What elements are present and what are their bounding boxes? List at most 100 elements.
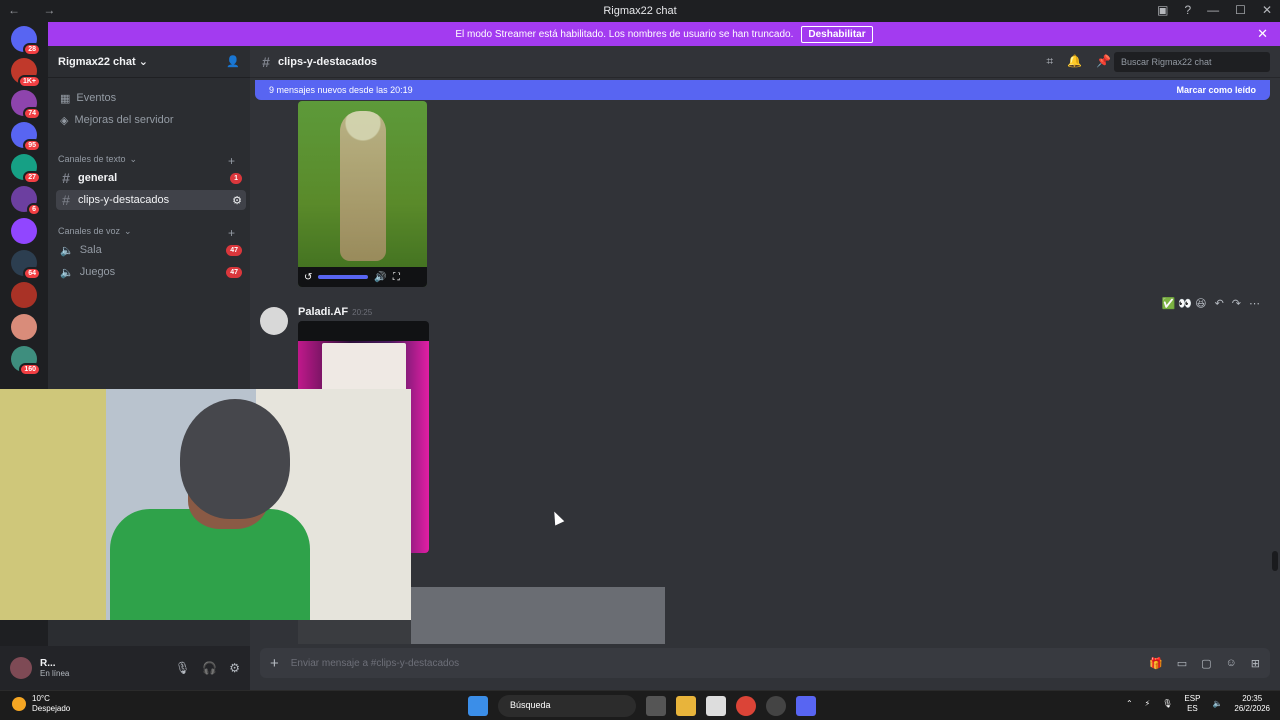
user-panel: R... En línea 🎙 🎧 ⚙ (0, 646, 250, 690)
boosts-item[interactable]: ◈ Mejoras del servidor (56, 110, 246, 130)
clock[interactable]: 20:35 26/2/2026 (1234, 694, 1270, 714)
chevron-up-icon[interactable]: ⌃ (1126, 699, 1133, 709)
server-icon[interactable]: 160 (11, 346, 41, 376)
server-icon[interactable]: 95 (11, 122, 41, 152)
server-icon[interactable]: 1K+ (11, 58, 41, 88)
mic-tray-icon[interactable]: 🎙 (1162, 699, 1172, 709)
minimize-button[interactable]: — (1207, 3, 1219, 17)
title-bar: ← → Rigmax22 chat ▣ ? — ☐ ✕ (0, 0, 1280, 22)
mark-read-button[interactable]: Marcar como leído (1176, 85, 1256, 95)
obs-icon[interactable] (766, 696, 786, 716)
new-messages-bar[interactable]: 9 mensajes nuevos desde las 20:19 Marcar… (255, 80, 1270, 100)
server-icon[interactable]: 6 (11, 186, 41, 216)
volume-tray-icon[interactable]: 🔈 (1212, 699, 1222, 709)
reactions[interactable]: ✅ 👀 😆 (1162, 297, 1207, 310)
mention-badge: 64 (23, 267, 41, 280)
pin-icon[interactable]: 📌 (1096, 54, 1111, 69)
settings-icon[interactable]: ⚙ (232, 194, 242, 207)
server-icon[interactable] (11, 282, 37, 308)
volume-icon[interactable]: 🔊 (374, 272, 386, 283)
avatar[interactable] (260, 307, 288, 335)
server-header[interactable]: Rigmax22 chat ⌄ 👤 (48, 46, 250, 78)
mention-badge: 160 (19, 363, 41, 376)
mention-badge: 74 (23, 107, 41, 120)
replay-icon[interactable]: ↺ (304, 272, 312, 283)
voice-sala[interactable]: 🔈 Sala 47 (56, 240, 246, 260)
file-explorer-icon[interactable] (676, 696, 696, 716)
server-icon[interactable]: 27 (11, 154, 41, 184)
maximize-button[interactable]: ☐ (1235, 3, 1246, 17)
webcam-overlay (0, 389, 411, 620)
close-window-button[interactable]: ✕ (1262, 3, 1272, 17)
network-icon[interactable]: ⚡ (1145, 699, 1151, 709)
gift-icon[interactable]: 🎁 (1149, 657, 1163, 670)
server-icon[interactable] (11, 218, 37, 244)
mention-badge: 1K+ (17, 75, 41, 88)
calendar-icon: ▦ (60, 92, 71, 105)
events-item[interactable]: ▦ Eventos (56, 88, 246, 108)
sticker-icon[interactable]: ▢ (1201, 657, 1211, 670)
server-icon[interactable]: 64 (11, 250, 41, 280)
threads-icon[interactable]: ⌗ (1046, 54, 1053, 69)
voice-category[interactable]: Canales de voz ⌄ + (58, 226, 235, 240)
add-attachment-icon[interactable]: + (270, 655, 279, 672)
reply-icon[interactable]: ↶ (1215, 297, 1224, 310)
store-icon[interactable] (706, 696, 726, 716)
add-voice-icon[interactable]: + (228, 226, 235, 240)
windows-start-icon[interactable] (468, 696, 488, 716)
task-view-icon[interactable] (646, 696, 666, 716)
channel-title: clips-y-destacados (278, 55, 378, 68)
fullscreen-icon[interactable]: ⛶ (393, 272, 400, 283)
speaker-icon: 🔈 (60, 244, 74, 257)
hash-icon: # (262, 53, 270, 70)
channel-general[interactable]: # general 1 (56, 168, 246, 188)
video-attachment[interactable]: ↺ 🔊 ⛶ (298, 101, 427, 287)
forward-icon[interactable]: ↷ (1232, 297, 1241, 310)
mention-badge: 95 (23, 139, 41, 152)
avatar[interactable] (10, 657, 32, 679)
video-controls[interactable]: ↺ 🔊 ⛶ (298, 267, 427, 287)
taskbar-search[interactable]: Búsqueda (498, 695, 636, 717)
message-author[interactable]: Paladi.AF 20:25 (298, 306, 372, 318)
banner-text: El modo Streamer está habilitado. Los no… (455, 28, 794, 40)
voice-juegos[interactable]: 🔈 Juegos 47 (56, 262, 246, 282)
gear-icon[interactable]: ⚙ (229, 661, 240, 675)
weather-widget[interactable]: 10°C Despejado (12, 694, 70, 714)
add-channel-icon[interactable]: + (228, 154, 235, 168)
user-status: En línea (40, 669, 70, 678)
window-title: Rigmax22 chat (603, 5, 677, 17)
streamer-mode-banner: El modo Streamer está habilitado. Los no… (48, 22, 1280, 46)
discord-icon[interactable] (796, 696, 816, 716)
server-icon[interactable] (11, 314, 37, 340)
chrome-icon[interactable] (736, 696, 756, 716)
server-icon[interactable]: 74 (11, 90, 41, 120)
channel-clips[interactable]: # clips-y-destacados ⚙ (56, 190, 246, 210)
emoji-icon[interactable]: ☺ (1226, 657, 1237, 670)
hash-icon: # (62, 192, 70, 208)
invite-icon[interactable]: 👤 (226, 55, 240, 68)
message-actions[interactable]: ✅ 👀 😆 ↶ ↷ ⋯ (1162, 297, 1260, 310)
close-icon[interactable]: ✕ (1257, 26, 1268, 42)
text-category[interactable]: Canales de texto ⌄ + (58, 154, 235, 168)
message-time: 20:25 (352, 308, 373, 317)
server-name: Rigmax22 chat (58, 55, 136, 68)
bell-icon[interactable]: 🔔 (1067, 54, 1082, 69)
more-icon[interactable]: ⋯ (1249, 297, 1260, 310)
scrollbar[interactable] (1272, 551, 1278, 571)
headset-icon[interactable]: 🎧 (202, 661, 217, 675)
search-input[interactable]: Buscar Rigmax22 chat (1114, 52, 1270, 72)
mic-icon[interactable]: 🎙 (175, 661, 190, 675)
taskbar: 10°C Despejado Búsqueda ⌃ ⚡ 🎙 ESP ES 🔈 20:… (0, 690, 1280, 720)
gif-icon[interactable]: ▭ (1177, 657, 1187, 670)
inbox-icon[interactable]: ▣ (1157, 3, 1168, 17)
language-indicator[interactable]: ESP ES (1184, 694, 1200, 714)
server-icon[interactable]: 28 (11, 26, 41, 56)
disable-streamer-button[interactable]: Deshabilitar (801, 25, 873, 43)
help-icon[interactable]: ? (1184, 3, 1191, 17)
progress-bar[interactable] (318, 275, 369, 279)
message-composer[interactable]: + Enviar mensaje a #clips-y-destacados 🎁… (260, 648, 1270, 678)
apps-icon[interactable]: ⊞ (1251, 657, 1260, 670)
attachment-thumbnail[interactable] (411, 587, 665, 644)
message-input[interactable]: Enviar mensaje a #clips-y-destacados (291, 658, 459, 669)
system-tray: ⌃ ⚡ 🎙 ESP ES 🔈 20:35 26/2/2026 (1126, 694, 1270, 714)
